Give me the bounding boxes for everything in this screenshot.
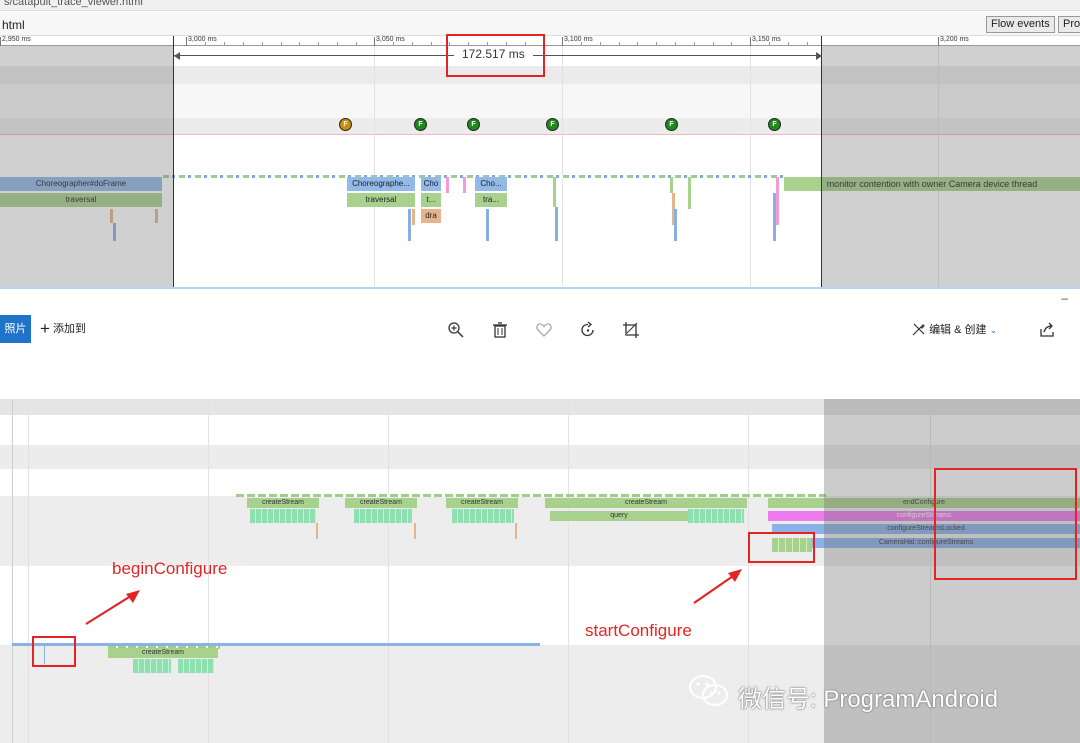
zoom-in-icon[interactable] (447, 321, 465, 339)
add-to-button[interactable]: + 添加到 (40, 315, 86, 343)
ruler-label: 3,200 ms (940, 36, 969, 43)
create-stream-slice[interactable]: createStream (108, 648, 218, 658)
selection-shade-right (822, 46, 1080, 287)
minimize-button[interactable]: – (1061, 291, 1068, 305)
draw-slice[interactable]: dra (421, 209, 441, 223)
flow-events-button[interactable]: Flow events (986, 16, 1055, 33)
wechat-icon (689, 675, 728, 706)
file-title: html (2, 18, 25, 32)
ruler-label: 3,000 ms (188, 36, 217, 43)
flow-marker[interactable]: F (339, 118, 352, 131)
choreographer-slice[interactable]: Cho (421, 177, 441, 191)
create-stream-slice[interactable]: createStream (545, 498, 747, 508)
flow-marker[interactable]: F (665, 118, 678, 131)
stream-sub-slices[interactable] (178, 659, 214, 673)
share-icon[interactable] (1038, 321, 1056, 339)
start-configure-annotation: startConfigure (585, 621, 692, 640)
choreographer-slice[interactable]: Choreographe... (347, 177, 415, 191)
delete-icon[interactable] (491, 321, 509, 339)
traversal-slice[interactable]: traversal (347, 193, 415, 207)
processes-button[interactable]: Pro (1058, 16, 1080, 33)
begin-configure-highlight-box (32, 636, 76, 667)
stream-sub-slices[interactable] (133, 659, 171, 673)
edit-create-icon (912, 323, 925, 336)
trace-viewer-window: s/catapult_trace_viewer.html html Flow e… (0, 0, 1080, 287)
stream-sub-slices[interactable] (688, 509, 744, 523)
stream-sub-slices[interactable] (250, 509, 316, 523)
edit-create-label: 编辑 & 创建 (929, 324, 987, 336)
duration-highlight-box (446, 34, 545, 77)
flow-marker[interactable]: F (467, 118, 480, 131)
rotate-icon[interactable] (579, 321, 597, 339)
flow-marker[interactable]: F (546, 118, 559, 131)
trace-title-row: html Flow events Pro (0, 12, 1080, 36)
begin-configure-arrow-icon (85, 590, 140, 625)
selection-shade-left (0, 46, 174, 287)
stream-sub-slices[interactable] (354, 509, 412, 523)
photos-toolbar: – 照片 + 添加到 编辑 & 创建 ⌄ (0, 287, 1080, 399)
stream-sub-slices[interactable] (452, 509, 514, 523)
begin-configure-annotation: beginConfigure (112, 559, 228, 578)
ruler-label: 2,950 ms (2, 36, 31, 43)
add-to-label: 添加到 (53, 323, 86, 335)
edit-create-button[interactable]: 编辑 & 创建 ⌄ (912, 321, 997, 337)
watermark-text: 微信号: ProgramAndroid (738, 686, 999, 713)
photos-button[interactable]: 照片 (0, 315, 31, 343)
choreographer-slice[interactable]: Cho... (475, 177, 507, 191)
ruler-label: 3,150 ms (752, 36, 781, 43)
chevron-down-icon: ⌄ (989, 325, 998, 335)
end-configure-highlight-box (934, 468, 1077, 580)
start-configure-arrow-icon (693, 569, 742, 604)
create-stream-slice[interactable]: createStream (446, 498, 518, 508)
flow-marker[interactable]: F (768, 118, 781, 131)
traversal-slice[interactable]: tra... (475, 193, 507, 207)
flow-marker[interactable]: F (414, 118, 427, 131)
url-text: s/catapult_trace_viewer.html (4, 0, 143, 8)
create-stream-slice[interactable]: createStream (247, 498, 319, 508)
url-bar[interactable]: s/catapult_trace_viewer.html (0, 0, 1080, 11)
query-slice[interactable]: query (550, 511, 688, 521)
ruler-label: 3,050 ms (376, 36, 405, 43)
heart-icon[interactable] (535, 321, 553, 339)
traversal-slice[interactable]: t... (421, 193, 441, 207)
plus-icon: + (40, 319, 50, 338)
crop-icon[interactable] (622, 321, 640, 339)
start-configure-highlight-box (748, 532, 815, 563)
ruler-label: 3,100 ms (564, 36, 593, 43)
create-stream-slice[interactable]: createStream (345, 498, 417, 508)
